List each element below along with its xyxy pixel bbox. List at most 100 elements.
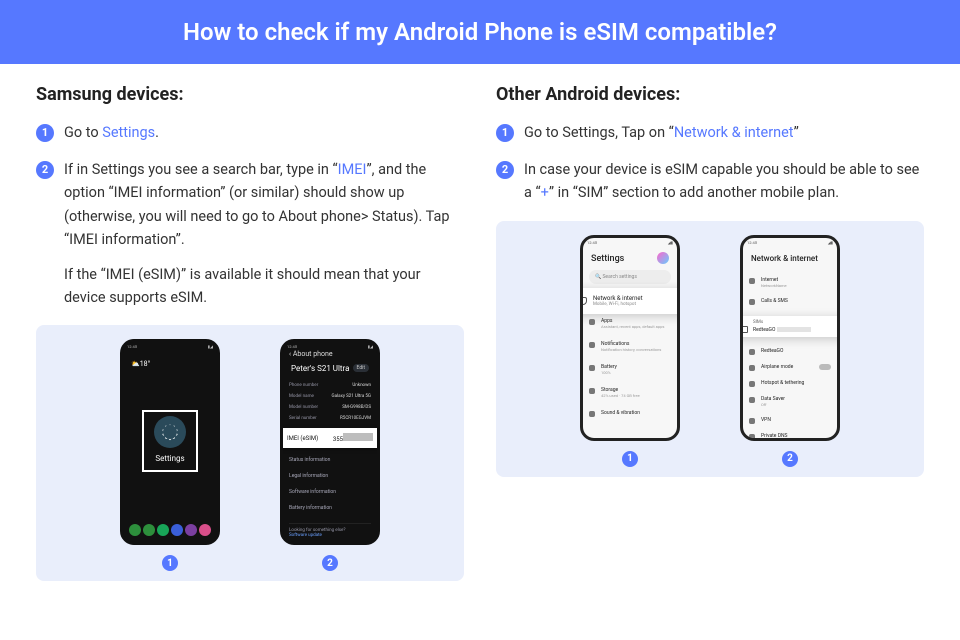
settings-item: Sound & vibration	[589, 404, 671, 422]
content-columns: Samsung devices: 1 Go to Settings. 2 If in …	[0, 64, 960, 581]
other-phone-network: 12:45◢▮ Network & internet InternetNetwo…	[740, 235, 840, 441]
about-item: Legal information	[289, 468, 371, 484]
search-settings: 🔍 Search settings	[589, 270, 671, 284]
network-item: Private DNS	[749, 428, 831, 441]
profile-avatar	[657, 252, 669, 264]
info-row: Phone numberUnknown	[289, 380, 371, 391]
toggle-icon	[819, 364, 831, 370]
footer-link: Software update	[289, 533, 371, 538]
page-title: How to check if my Android Phone is eSIM…	[183, 18, 777, 46]
about-item: Software information	[289, 484, 371, 500]
network-item: Calls & SMS	[749, 293, 831, 309]
network-item: Hotspot & tethering	[749, 375, 831, 391]
step: 2 If in Settings you see a search bar, ty…	[36, 158, 464, 309]
highlight-term: +	[541, 184, 549, 201]
about-phone-back: ‹ About phone	[289, 350, 333, 358]
sim-name: RedteaGO	[753, 327, 775, 333]
info-row: Model nameGalaxy S21 Ultra 5G	[289, 391, 371, 402]
settings-list: AppsAssistant, recent apps, default apps…	[589, 312, 671, 422]
imei-label: IMEI (eSIM)	[287, 435, 318, 442]
about-item: Battery information	[289, 500, 371, 516]
dock-app-icon	[157, 524, 169, 536]
samsung-steps: 1 Go to Settings. 2 If in Settings you see …	[36, 121, 464, 309]
network-internet-popup: Network & internet Mobile, Wi-Fi, hotspo…	[580, 288, 680, 314]
other-phone-1-wrap: 12:45◢▮ Settings 🔍 Search settings Netwo…	[580, 235, 680, 467]
other-phone-2-wrap: 12:45◢▮ Network & internet InternetNetwo…	[740, 235, 840, 467]
status-bar: 12:45▮◢	[127, 344, 213, 349]
step-number-badge: 2	[36, 161, 54, 179]
status-bar: 12:45◢▮	[747, 240, 833, 245]
imei-esim-row: IMEI (eSIM) 355	[280, 428, 380, 448]
highlight-term: Settings	[102, 124, 155, 141]
samsung-heading: Samsung devices:	[36, 84, 464, 105]
caption-badge: 1	[622, 451, 638, 467]
network-title: Network & internet	[751, 254, 818, 263]
network-item: Data SaverOff	[749, 391, 831, 412]
step-text: In case your device is eSIM capable you …	[524, 158, 924, 204]
app-dock	[129, 524, 211, 536]
other-column: Other Android devices: 1 Go to Settings, …	[496, 84, 924, 581]
network-item: RedteaGO	[749, 343, 831, 359]
other-steps: 1 Go to Settings, Tap on “Network & inter…	[496, 121, 924, 205]
network-item: Airplane mode	[749, 359, 831, 375]
about-item: Status information	[289, 452, 371, 468]
dock-app-icon	[199, 524, 211, 536]
other-heading: Other Android devices:	[496, 84, 924, 105]
caption-badge: 2	[782, 451, 798, 467]
edit-button: Edit	[353, 364, 369, 372]
settings-item: AppsAssistant, recent apps, default apps	[589, 312, 671, 335]
settings-item: Storage42% used · 74 GB free	[589, 381, 671, 404]
step: 1 Go to Settings, Tap on “Network & inter…	[496, 121, 924, 144]
step: 1 Go to Settings.	[36, 121, 464, 144]
samsung-phone-1-wrap: 12:45▮◢ ⛅18° Settings 1	[120, 339, 220, 571]
about-footer: Looking for something else? Software upd…	[289, 523, 371, 538]
device-name: Peter's S21 Ultra	[291, 364, 349, 373]
device-info-rows: Phone numberUnknownModel nameGalaxy S21 …	[289, 380, 371, 424]
other-phone-settings: 12:45◢▮ Settings 🔍 Search settings Netwo…	[580, 235, 680, 441]
sims-head: SIMs	[753, 320, 840, 325]
settings-item: NotificationsNotification history, conve…	[589, 335, 671, 358]
page-header: How to check if my Android Phone is eSIM…	[0, 0, 960, 64]
popup-subtitle: Mobile, Wi-Fi, hotspot	[593, 302, 680, 307]
samsung-gallery: 12:45▮◢ ⛅18° Settings 1 12:45▮◢ ‹ About …	[36, 325, 464, 581]
status-bar: 12:45◢▮	[587, 240, 673, 245]
caption-badge: 1	[162, 555, 178, 571]
masked-value	[777, 327, 811, 332]
about-lower-list: Status informationLegal informationSoftw…	[289, 452, 371, 516]
network-list: InternetNetworkNameCalls & SMSRedteaGOAi…	[749, 272, 831, 441]
settings-item: Battery100%	[589, 358, 671, 381]
other-gallery: 12:45◢▮ Settings 🔍 Search settings Netwo…	[496, 221, 924, 477]
settings-title: Settings	[591, 254, 624, 264]
popup-title: Network & internet	[593, 295, 680, 302]
step-number-badge: 1	[36, 124, 54, 142]
caption-badge: 2	[322, 555, 338, 571]
info-row: Model numberSM-G998B/DS	[289, 402, 371, 413]
settings-label: Settings	[123, 454, 217, 463]
samsung-column: Samsung devices: 1 Go to Settings. 2 If in …	[36, 84, 464, 581]
other-phones: 12:45◢▮ Settings 🔍 Search settings Netwo…	[514, 235, 906, 467]
imei-value: 355	[333, 433, 373, 443]
dock-app-icon	[143, 524, 155, 536]
samsung-phone-about: 12:45▮◢ ‹ About phone Peter's S21 Ultra …	[280, 339, 380, 545]
dock-app-icon	[171, 524, 183, 536]
step-text: If in Settings you see a search bar, typ…	[64, 158, 464, 309]
step-number-badge: 1	[496, 124, 514, 142]
step-text: Go to Settings.	[64, 121, 464, 144]
dock-app-icon	[129, 524, 141, 536]
step-number-badge: 2	[496, 161, 514, 179]
highlight-term: IMEI	[338, 161, 367, 178]
sims-popup: SIMs RedteaGO +	[740, 316, 840, 337]
samsung-phone-2-wrap: 12:45▮◢ ‹ About phone Peter's S21 Ultra …	[280, 339, 380, 571]
network-item: VPN	[749, 412, 831, 428]
masked-value	[343, 433, 373, 441]
samsung-phones: 12:45▮◢ ⛅18° Settings 1 12:45▮◢ ‹ About …	[54, 339, 446, 571]
dock-app-icon	[185, 524, 197, 536]
info-row: Serial numberR5CR10EGJVM	[289, 413, 371, 424]
highlight-term: Network & internet	[674, 124, 794, 141]
step-text: Go to Settings, Tap on “Network & intern…	[524, 121, 924, 144]
weather-widget: ⛅18°	[131, 360, 150, 368]
gear-icon	[154, 416, 186, 448]
status-bar: 12:45▮◢	[287, 344, 373, 349]
step: 2 In case your device is eSIM capable you…	[496, 158, 924, 204]
samsung-phone-home: 12:45▮◢ ⛅18° Settings	[120, 339, 220, 545]
